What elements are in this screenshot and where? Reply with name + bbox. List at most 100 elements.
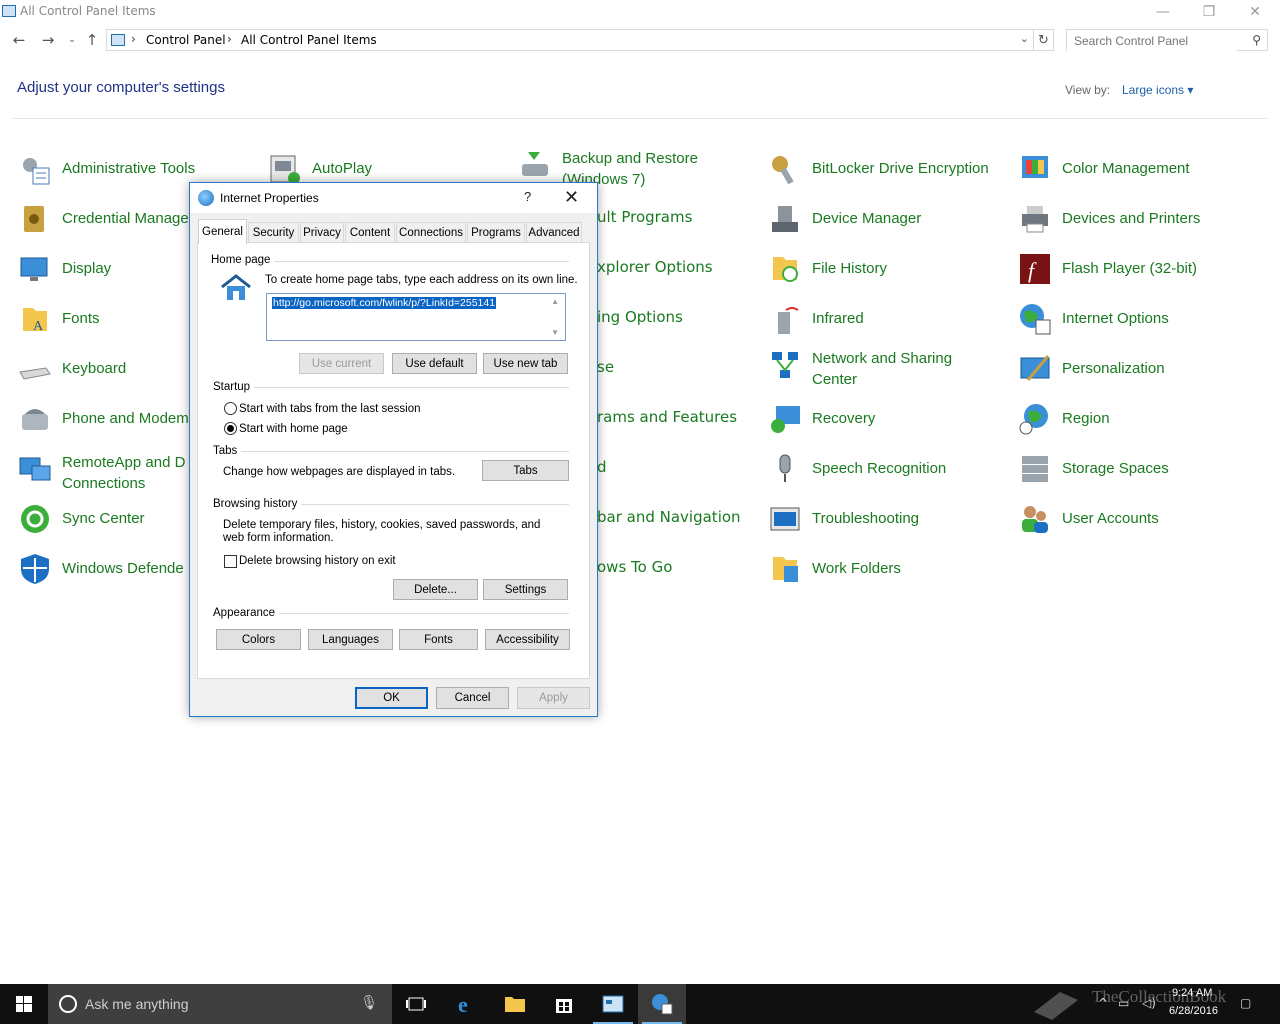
cancel-button[interactable]: Cancel	[436, 687, 509, 709]
clock-date[interactable]: 6/28/2016	[1169, 1005, 1218, 1017]
item-user-accounts[interactable]: User Accounts	[1018, 502, 1268, 552]
view-by-dropdown[interactable]: Large icons ▾	[1122, 83, 1193, 97]
scroll-down-icon[interactable]: ▼	[551, 328, 559, 337]
home-page-url-field[interactable]: http://go.microsoft.com/fwlink/p/?LinkId…	[266, 293, 566, 341]
item-label: Work Folders	[812, 560, 901, 577]
item-network-sharing[interactable]: Network and Sharing Center	[768, 348, 1018, 398]
ok-button[interactable]: OK	[355, 687, 428, 709]
tab-connections[interactable]: Connections	[396, 222, 466, 243]
recent-locations-chevron-icon[interactable]: ⌄	[62, 30, 82, 50]
cortana-search-box[interactable]: Ask me anything 🎙	[48, 984, 392, 1024]
control-panel-taskbar-icon[interactable]	[589, 984, 637, 1024]
volume-tray-icon[interactable]: ◁)	[1142, 996, 1156, 1010]
file-explorer-icon[interactable]	[491, 984, 539, 1024]
task-view-icon[interactable]	[392, 984, 440, 1024]
flash-player-icon: f	[1020, 254, 1050, 284]
back-arrow-icon[interactable]: ←	[9, 30, 29, 50]
minimize-button[interactable]: —	[1140, 0, 1186, 24]
close-button[interactable]: ✕	[1232, 0, 1278, 24]
item-work-folders[interactable]: Work Folders	[768, 552, 1018, 602]
action-center-icon[interactable]: ▢	[1240, 996, 1251, 1010]
item-troubleshooting[interactable]: Troubleshooting	[768, 502, 1018, 552]
languages-button[interactable]: Languages	[308, 629, 393, 650]
breadcrumb-separator-icon[interactable]: ›	[131, 32, 136, 46]
startup-last-session-radio[interactable]	[224, 402, 237, 415]
phone-icon	[22, 409, 48, 430]
tab-content[interactable]: Content	[345, 222, 395, 243]
accessibility-button[interactable]: Accessibility	[485, 629, 570, 650]
delete-history-button[interactable]: Delete...	[393, 579, 478, 600]
startup-home-page-radio[interactable]	[224, 422, 237, 435]
item-file-history[interactable]: File History	[768, 252, 1018, 302]
help-button[interactable]: ?	[524, 189, 531, 204]
startup-last-session-label[interactable]: Start with tabs from the last session	[239, 403, 421, 415]
tab-advanced[interactable]: Advanced	[526, 222, 582, 243]
history-settings-button[interactable]: Settings	[483, 579, 568, 600]
item-label: Color Management	[1062, 160, 1190, 177]
address-dropdown-icon[interactable]: ⌄	[1020, 32, 1029, 45]
fonts-button[interactable]: Fonts	[399, 629, 478, 650]
item-region[interactable]: Region	[1018, 402, 1268, 452]
breadcrumb-separator-icon[interactable]: ›	[227, 32, 232, 46]
autoplay-icon	[270, 155, 300, 184]
keyboard-icon	[19, 367, 51, 380]
internet-options-globe-icon	[198, 190, 214, 206]
delete-history-on-exit-checkbox[interactable]	[224, 555, 237, 568]
microphone-icon[interactable]: 🎙	[360, 995, 378, 1011]
tabs-settings-button[interactable]: Tabs	[482, 460, 569, 481]
forward-arrow-icon[interactable]: →	[38, 30, 58, 50]
browsing-history-text: Delete temporary files, history, cookies…	[223, 519, 541, 544]
apply-button[interactable]: Apply	[517, 687, 590, 709]
show-hidden-icons-chevron-icon[interactable]: ^	[1098, 996, 1108, 1010]
navigation-bar: ← → ⌄ ↑ › Control Panel › All Control Pa…	[0, 28, 1280, 52]
start-button[interactable]	[0, 984, 48, 1024]
item-devices-printers[interactable]: Devices and Printers	[1018, 202, 1268, 252]
user-accounts-icon	[1022, 506, 1048, 533]
refresh-icon[interactable]: ↻	[1034, 29, 1054, 51]
breadcrumb-all-items[interactable]: All Control Panel Items	[241, 33, 377, 47]
address-bar[interactable]: › Control Panel › All Control Panel Item…	[106, 29, 1034, 51]
startup-home-page-label[interactable]: Start with home page	[239, 423, 348, 435]
home-page-house-icon	[221, 274, 251, 300]
delete-history-on-exit-label[interactable]: Delete browsing history on exit	[239, 555, 396, 567]
clock-time[interactable]: 9:24 AM	[1172, 987, 1212, 999]
item-infrared[interactable]: Infrared	[768, 302, 1018, 352]
item-storage-spaces[interactable]: Storage Spaces	[1018, 452, 1268, 502]
network-tray-icon[interactable]: ▭	[1118, 996, 1129, 1010]
search-box[interactable]: ⚲	[1066, 29, 1268, 51]
file-history-icon	[773, 257, 798, 282]
item-flash-player[interactable]: f Flash Player (32-bit)	[1018, 252, 1268, 302]
colors-button[interactable]: Colors	[216, 629, 301, 650]
tab-general[interactable]: General	[198, 219, 247, 244]
internet-options-taskbar-icon[interactable]	[638, 984, 686, 1024]
item-label: Administrative Tools	[62, 160, 196, 177]
item-color-management[interactable]: Color Management	[1018, 152, 1268, 202]
edge-browser-icon[interactable]: e	[443, 984, 491, 1024]
item-device-manager[interactable]: Device Manager	[768, 202, 1018, 252]
dialog-titlebar: Internet Properties ? ✕	[190, 183, 597, 213]
home-page-url-value[interactable]: http://go.microsoft.com/fwlink/p/?LinkId…	[272, 297, 497, 309]
restore-button[interactable]: ❐	[1186, 0, 1232, 24]
use-current-button[interactable]: Use current	[299, 353, 384, 374]
display-icon	[20, 257, 48, 281]
scroll-up-icon[interactable]: ▲	[551, 297, 559, 306]
dialog-close-button[interactable]: ✕	[564, 187, 579, 208]
use-new-tab-button[interactable]: Use new tab	[483, 353, 568, 374]
search-icon[interactable]: ⚲	[1252, 33, 1261, 47]
item-recovery[interactable]: Recovery	[768, 402, 1018, 452]
item-internet-options[interactable]: Internet Options	[1018, 302, 1268, 352]
item-speech-recognition[interactable]: Speech Recognition	[768, 452, 1018, 502]
use-default-button[interactable]: Use default	[392, 353, 477, 374]
item-label: Infrared	[812, 310, 864, 327]
up-arrow-icon[interactable]: ↑	[82, 30, 102, 50]
item-bitlocker[interactable]: BitLocker Drive Encryption	[768, 152, 1018, 202]
breadcrumb-control-panel[interactable]: Control Panel	[146, 33, 226, 47]
tab-security[interactable]: Security	[248, 222, 299, 243]
tab-privacy[interactable]: Privacy	[300, 222, 344, 243]
search-input[interactable]	[1067, 31, 1237, 51]
item-label: User Accounts	[1062, 510, 1159, 527]
item-personalization[interactable]: Personalization	[1018, 352, 1268, 402]
item-label: Flash Player (32-bit)	[1062, 260, 1198, 277]
store-icon[interactable]	[540, 984, 588, 1024]
tab-programs[interactable]: Programs	[467, 222, 525, 243]
